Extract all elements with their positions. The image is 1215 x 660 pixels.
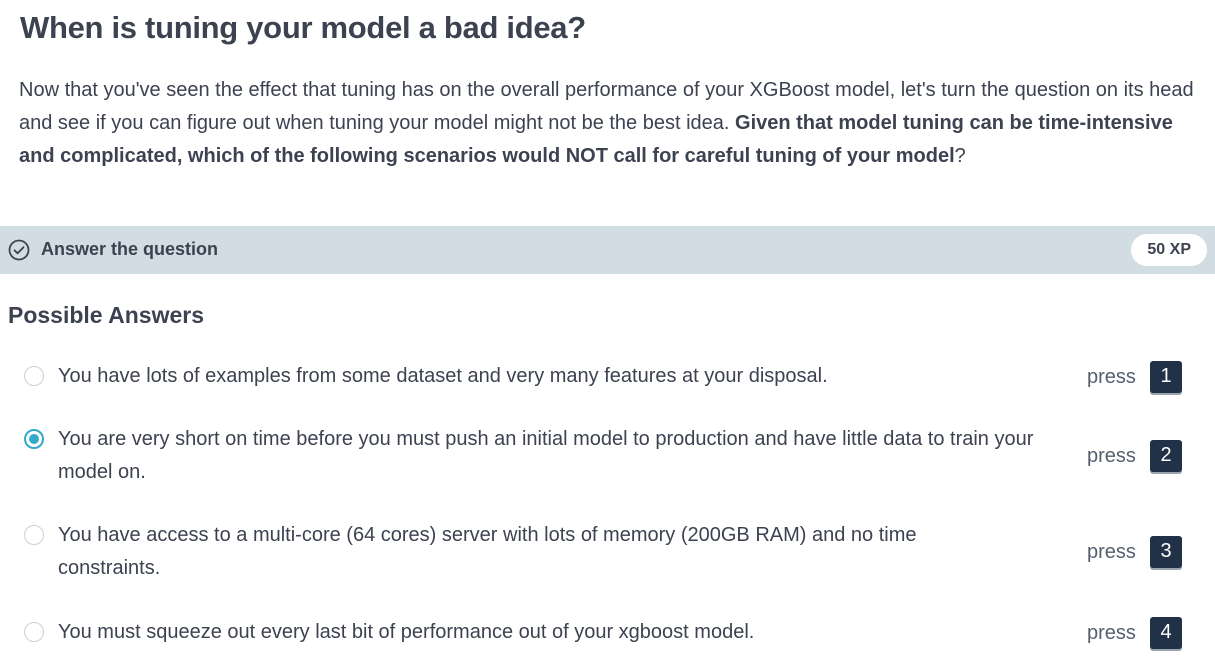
- answer-text[interactable]: You must squeeze out every last bit of p…: [58, 616, 1073, 649]
- radio-button-selected[interactable]: [24, 429, 44, 449]
- answer-text[interactable]: You have access to a multi-core (64 core…: [58, 519, 988, 585]
- exercise-page: When is tuning your model a bad idea? No…: [0, 0, 1215, 660]
- exercise-description: Now that you've seen the effect that tun…: [19, 74, 1194, 173]
- description-end: ?: [954, 145, 966, 167]
- keyboard-shortcut-key: 2: [1150, 440, 1182, 472]
- keyboard-shortcut-key: 4: [1150, 617, 1182, 649]
- xp-badge: 50 XP: [1131, 234, 1207, 266]
- press-label: press: [1087, 622, 1136, 644]
- press-label: press: [1087, 445, 1136, 467]
- press-label: press: [1087, 541, 1136, 563]
- keyboard-shortcut-key: 3: [1150, 536, 1182, 568]
- press-label: press: [1087, 366, 1136, 388]
- radio-button[interactable]: [24, 525, 44, 545]
- question-label: Answer the question: [41, 239, 219, 259]
- question-bar: Answer the question 50 XP: [0, 226, 1215, 274]
- check-circle-icon: [8, 239, 30, 261]
- possible-answers-heading: Possible Answers: [8, 302, 205, 328]
- exercise-title: When is tuning your model a bad idea?: [20, 10, 586, 45]
- answer-text[interactable]: You have lots of examples from some data…: [58, 360, 1073, 393]
- keyboard-shortcut-key: 1: [1150, 361, 1182, 393]
- radio-button[interactable]: [24, 622, 44, 642]
- answer-text[interactable]: You are very short on time before you mu…: [58, 423, 1073, 489]
- radio-button[interactable]: [24, 366, 44, 386]
